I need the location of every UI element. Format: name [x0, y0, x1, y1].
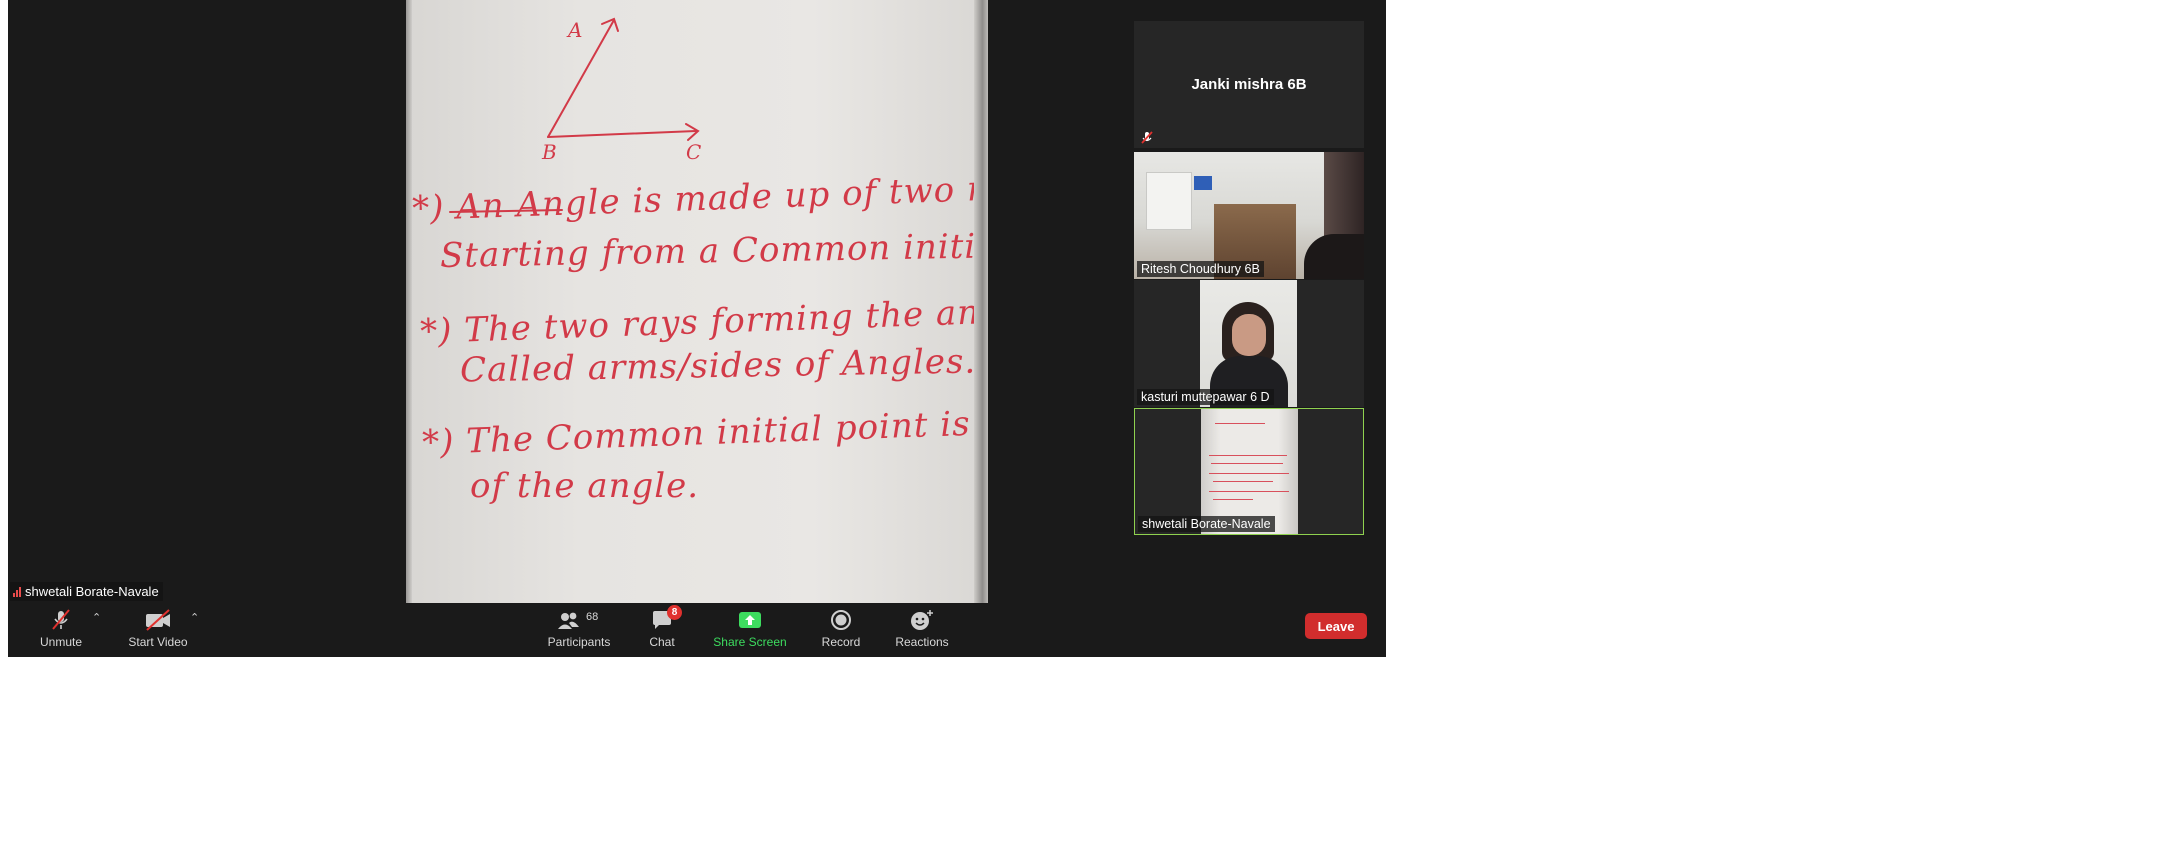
- participants-button[interactable]: 68 Participants: [544, 607, 614, 655]
- meeting-toolbar: Unmute ⌃ Start Video ⌃ 68 Participants 8…: [8, 603, 1386, 657]
- record-button[interactable]: Record: [816, 607, 866, 655]
- record-label: Record: [821, 635, 861, 649]
- leave-button[interactable]: Leave: [1305, 613, 1367, 639]
- participant-tile[interactable]: Janki mishra 6B: [1134, 21, 1364, 148]
- audio-options-caret-icon[interactable]: ⌃: [92, 611, 101, 624]
- participant-name: Janki mishra 6B: [1191, 76, 1307, 93]
- unmute-button[interactable]: Unmute: [30, 607, 92, 655]
- participant-tile[interactable]: Ritesh Choudhury 6B: [1134, 152, 1364, 279]
- start-video-label: Start Video: [128, 635, 188, 649]
- participant-name: kasturi muttepawar 6 D: [1137, 389, 1274, 405]
- record-icon: [831, 610, 851, 630]
- chat-label: Chat: [649, 635, 675, 649]
- gallery-sidebar: Janki mishra 6B Ritesh Choudhury 6B kast…: [1134, 21, 1366, 537]
- speaker-name: shwetali Borate-Navale: [25, 584, 159, 599]
- video-off-icon: [146, 609, 170, 631]
- share-screen-icon: [739, 612, 761, 628]
- main-video-whiteboard: A B C *) An Angle is made up of two rays…: [406, 0, 988, 603]
- reactions-label: Reactions: [895, 635, 949, 649]
- share-screen-button[interactable]: Share Screen: [708, 607, 792, 655]
- video-options-caret-icon[interactable]: ⌃: [190, 611, 199, 624]
- mic-muted-icon: [1141, 131, 1153, 144]
- ray-bc: [547, 130, 697, 138]
- whiteboard-line-6: of the angle.: [470, 466, 700, 506]
- participants-count: 68: [586, 611, 599, 623]
- vertex-label-b: B: [542, 140, 557, 164]
- participants-label: Participants: [547, 635, 611, 649]
- participant-name: Ritesh Choudhury 6B: [1137, 261, 1264, 277]
- active-speaker-name-tag: shwetali Borate-Navale: [10, 582, 163, 601]
- unmute-label: Unmute: [39, 635, 83, 649]
- zoom-meeting-window: A B C *) An Angle is made up of two rays…: [8, 0, 1386, 657]
- vertex-label-a: A: [568, 18, 583, 42]
- ray-ba-arrowhead: [601, 17, 619, 32]
- mic-muted-icon: [52, 609, 70, 630]
- reactions-button[interactable]: Reactions: [890, 607, 954, 655]
- participant-tile[interactable]: kasturi muttepawar 6 D: [1134, 280, 1364, 407]
- chat-unread-badge: 8: [667, 605, 682, 620]
- vertex-label-c: C: [686, 140, 702, 164]
- participants-icon: [558, 612, 579, 629]
- participant-video: [1134, 152, 1364, 279]
- participant-name: shwetali Borate-Navale: [1138, 516, 1275, 532]
- connection-signal-icon: [13, 586, 21, 597]
- participant-video: [1200, 280, 1297, 407]
- participant-tile-active[interactable]: shwetali Borate-Navale: [1134, 408, 1364, 535]
- share-screen-label: Share Screen: [713, 635, 787, 649]
- start-video-button[interactable]: Start Video: [118, 607, 198, 655]
- reactions-smiley-icon: [911, 610, 933, 630]
- chat-button[interactable]: 8 Chat: [644, 605, 682, 655]
